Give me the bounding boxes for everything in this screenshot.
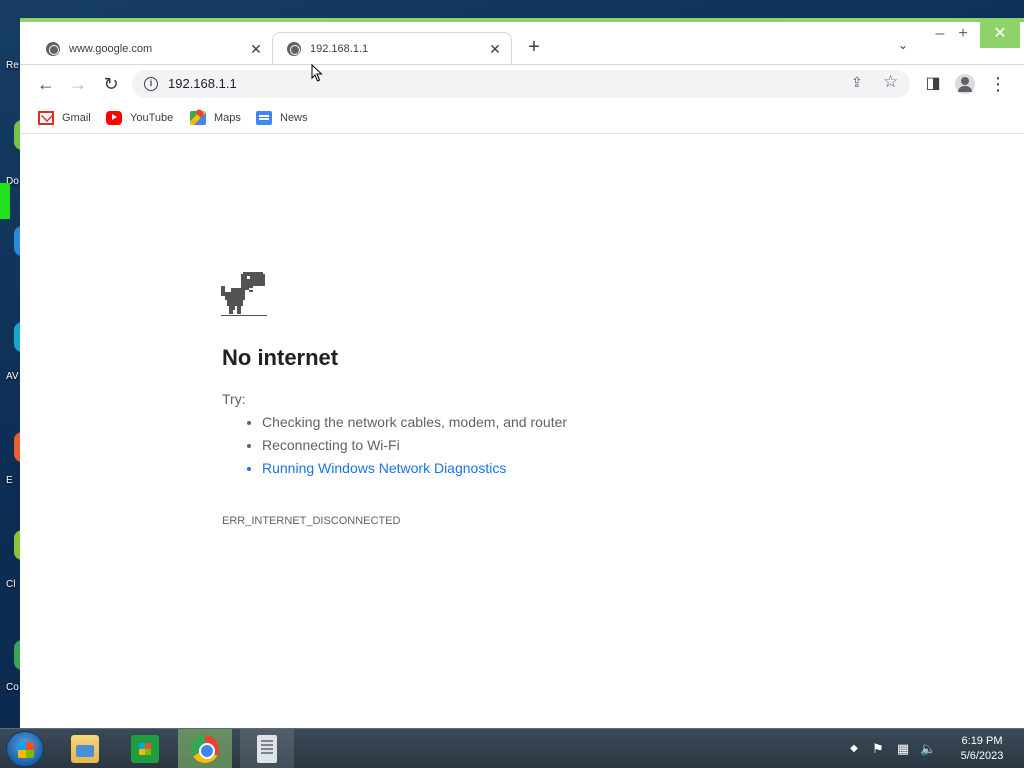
- tab-strip: www.google.com ✕ 192.168.1.1 ✕ + ⌄ – + ✕: [20, 22, 1024, 66]
- desktop-icon-avast[interactable]: AV: [0, 320, 30, 382]
- desktop-icon-downloads[interactable]: Do: [0, 118, 30, 187]
- bookmark-star-icon[interactable]: ☆: [883, 72, 898, 92]
- browser-toolbar: ← → ↻ i 192.168.1.1 ⇪ ☆ ◨ ⋮: [20, 64, 1024, 102]
- bookmark-label: Gmail: [62, 112, 91, 124]
- show-hidden-icons-icon[interactable]: ◆: [846, 741, 862, 757]
- mouse-cursor-icon: [311, 64, 323, 82]
- desktop-icon-app[interactable]: [0, 222, 30, 282]
- suggestions-list: Checking the network cables, modem, and …: [242, 413, 567, 482]
- tab-search-chevron-icon[interactable]: ⌄: [894, 38, 912, 56]
- taskbar: ◆ ⚑ ▦ 🔈 6:19 PM 5/6/2023: [0, 728, 1024, 768]
- tab-title: www.google.com: [69, 43, 153, 55]
- gmail-icon: [38, 111, 54, 125]
- error-heading: No internet: [222, 345, 339, 370]
- site-info-icon[interactable]: i: [144, 77, 158, 91]
- volume-muted-icon[interactable]: 🔈: [920, 741, 936, 757]
- more-menu-icon[interactable]: ⋮: [987, 73, 1009, 95]
- side-panel-icon[interactable]: ◨: [922, 73, 944, 95]
- action-center-flag-icon[interactable]: ⚑: [870, 741, 886, 757]
- back-arrow-icon[interactable]: ←: [35, 73, 57, 95]
- close-window-button[interactable]: ✕: [980, 22, 1020, 48]
- globe-icon: [46, 42, 60, 56]
- taskbar-store[interactable]: [118, 729, 172, 768]
- desktop-icon-recycle-bin[interactable]: Re: [0, 20, 20, 80]
- bookmark-label: Maps: [214, 112, 241, 124]
- error-code: ERR_INTERNET_DISCONNECTED: [222, 515, 401, 527]
- minimize-button[interactable]: –: [928, 22, 952, 48]
- folder-icon: [71, 735, 99, 763]
- desktop-icon-label: Co: [6, 682, 19, 693]
- error-page: No internet Try: Checking the network ca…: [20, 135, 1024, 732]
- maximize-button[interactable]: +: [951, 22, 975, 48]
- forward-arrow-icon[interactable]: →: [67, 73, 89, 95]
- start-button[interactable]: [6, 731, 44, 767]
- close-tab-icon[interactable]: ✕: [248, 41, 264, 57]
- taskbar-document[interactable]: [240, 729, 294, 768]
- bookmarks-bar: Gmail YouTube Maps News: [20, 102, 1024, 134]
- tab-router-active[interactable]: 192.168.1.1 ✕: [272, 32, 512, 65]
- address-bar[interactable]: i 192.168.1.1 ⇪ ☆: [132, 70, 910, 98]
- taskbar-file-explorer[interactable]: [58, 729, 112, 768]
- network-disconnected-icon[interactable]: ▦: [895, 741, 911, 757]
- browser-window: www.google.com ✕ 192.168.1.1 ✕ + ⌄ – + ✕…: [20, 18, 1024, 732]
- dinosaur-icon[interactable]: [221, 272, 267, 318]
- desktop-icon-browser[interactable]: E: [0, 430, 30, 490]
- bookmark-news[interactable]: News: [256, 110, 308, 126]
- bookmark-gmail[interactable]: Gmail: [38, 110, 91, 126]
- taskbar-chrome[interactable]: [178, 729, 232, 768]
- desktop-icon-label: Cl: [6, 579, 16, 590]
- tab-title: 192.168.1.1: [310, 43, 369, 55]
- network-diagnostics-link[interactable]: Running Windows Network Diagnostics: [262, 459, 567, 482]
- bookmark-label: News: [280, 112, 308, 124]
- desktop-icon-label: Re: [6, 60, 19, 71]
- address-bar-url[interactable]: 192.168.1.1: [168, 76, 237, 91]
- desktop-highlight: [0, 183, 10, 219]
- tab-google[interactable]: www.google.com ✕: [20, 32, 272, 66]
- bookmark-label: YouTube: [130, 112, 174, 124]
- new-tab-button[interactable]: +: [524, 37, 544, 57]
- suggestion-item: Reconnecting to Wi-Fi: [262, 436, 567, 459]
- bookmark-youtube[interactable]: YouTube: [106, 110, 173, 126]
- try-label: Try:: [222, 391, 246, 407]
- close-tab-icon[interactable]: ✕: [487, 41, 503, 57]
- bookmark-maps[interactable]: Maps: [190, 110, 241, 126]
- news-icon: [256, 111, 272, 125]
- taskbar-clock[interactable]: 6:19 PM 5/6/2023: [952, 734, 1012, 764]
- youtube-icon: [106, 111, 122, 125]
- desktop-icon-label: E: [6, 475, 13, 486]
- reload-icon[interactable]: ↻: [100, 73, 122, 95]
- chrome-icon: [191, 735, 219, 763]
- clock-time: 6:19 PM: [961, 735, 1003, 747]
- desktop-icon-cleaner[interactable]: Cl: [0, 528, 30, 590]
- maps-icon: [190, 111, 206, 125]
- profile-avatar-icon[interactable]: [955, 74, 975, 94]
- document-icon: [257, 735, 277, 763]
- store-icon: [131, 735, 159, 763]
- clock-date: 5/6/2023: [960, 750, 1004, 762]
- globe-icon: [287, 42, 301, 56]
- share-icon[interactable]: ⇪: [851, 74, 863, 91]
- desktop-icon-computer[interactable]: Co: [0, 636, 30, 696]
- suggestion-item: Checking the network cables, modem, and …: [262, 413, 567, 436]
- desktop-icon-label: AV: [6, 371, 19, 382]
